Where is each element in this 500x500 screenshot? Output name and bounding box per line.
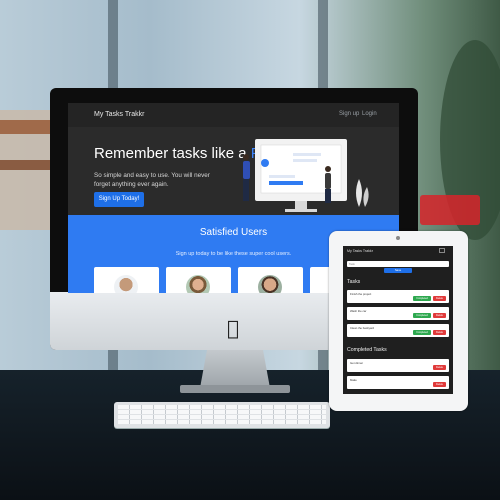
tablet-screen: My Tasks Trakkr Task Save Tasks Finish t… [343, 246, 453, 394]
user-avatar [186, 275, 210, 293]
task-item: Wash the car Completed Delete [347, 307, 449, 320]
save-task-button[interactable]: Save [384, 268, 412, 273]
keyboard-keys [118, 410, 326, 414]
user-avatar [258, 275, 282, 293]
brand-logo[interactable]: My Tasks Trakkr [94, 111, 144, 118]
tasks-heading: Tasks [347, 279, 361, 285]
delete-task-button[interactable]: Delete [433, 365, 446, 370]
keyboard-keys [118, 415, 326, 419]
completed-task-item: Get dinner Delete [347, 359, 449, 372]
keyboard [114, 402, 330, 428]
task-text: Finish the project [350, 292, 372, 296]
delete-task-button[interactable]: Delete [433, 382, 446, 387]
task-text: Wash the car [350, 309, 367, 313]
keyboard-keys [118, 405, 326, 409]
imac-stand [200, 350, 270, 388]
nav-login-link[interactable]: Login [362, 111, 377, 117]
background-building-band [0, 160, 50, 170]
nav-signup-link[interactable]: Sign up [339, 111, 359, 117]
task-item: Clean the backyard Completed Delete [347, 324, 449, 337]
task-text: Get dinner [350, 361, 364, 365]
user-avatar [114, 275, 138, 293]
ipad-camera [396, 236, 400, 240]
task-input[interactable]: Task [347, 261, 449, 267]
delete-task-button[interactable]: Delete [433, 296, 446, 301]
hero-illustration [243, 139, 369, 212]
user-card [94, 267, 159, 293]
completed-task-item: Make Delete [347, 376, 449, 389]
user-card [238, 267, 303, 293]
delete-task-button[interactable]: Delete [433, 313, 446, 318]
complete-task-button[interactable]: Completed [413, 313, 431, 318]
hero-title-text: Remember tasks like a [94, 145, 251, 162]
hamburger-menu-icon[interactable] [439, 248, 445, 253]
hero-subtitle: So simple and easy to use. You will neve… [94, 172, 210, 188]
background-building-band [0, 120, 50, 134]
signup-cta-button[interactable]: Sign Up Today! [94, 192, 144, 207]
task-text: Make [350, 378, 357, 382]
task-item: Finish the project Completed Delete [347, 290, 449, 303]
tablet-brand[interactable]: My Tasks Trakkr [347, 249, 373, 253]
complete-task-button[interactable]: Completed [413, 330, 431, 335]
complete-task-button[interactable]: Completed [413, 296, 431, 301]
task-text: Clean the backyard [350, 326, 375, 330]
completed-heading: Completed Tasks [347, 347, 387, 353]
delete-task-button[interactable]: Delete [433, 330, 446, 335]
background-red-sign [420, 195, 480, 225]
user-card [166, 267, 231, 293]
navbar: My Tasks Trakkr Sign up Login [68, 103, 399, 127]
imac-stand-foot [180, 385, 290, 393]
keyboard-keys [118, 420, 326, 424]
apple-logo-icon:  [223, 316, 243, 340]
